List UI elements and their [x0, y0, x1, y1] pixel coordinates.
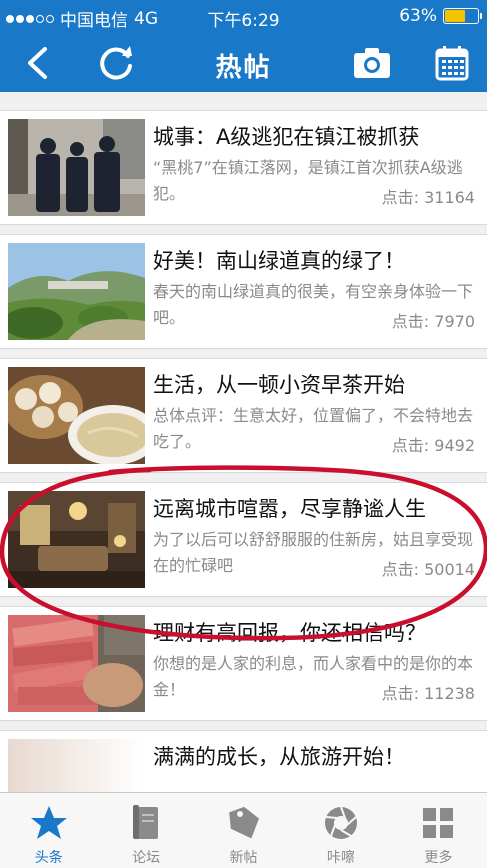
post-click-count: 点击: 11238 [377, 680, 475, 704]
book-icon [126, 803, 166, 843]
post-title: 好美！南山绿道真的绿了！ [153, 249, 405, 273]
post-title: 生活，从一顿小资早茶开始 [153, 373, 405, 397]
grid-icon [418, 803, 458, 843]
post-thumbnail [8, 615, 145, 712]
status-right: 63% [399, 6, 482, 26]
list-item[interactable]: 好美！南山绿道真的绿了！ 春天的南山绿道真的很美，有空亲身体验一下吧。 点击: … [0, 235, 487, 349]
tab-bar: 头条 论坛 新帖 咔嚓 更多 [0, 792, 487, 868]
list-gap [0, 349, 487, 359]
tab-label: 更多 [424, 850, 453, 866]
battery-fill [445, 10, 465, 22]
tab-more[interactable]: 更多 [390, 793, 487, 868]
post-title: 理财有高回报，你还相信吗？ [153, 621, 426, 645]
tab-label: 论坛 [132, 850, 161, 866]
list-gap [0, 225, 487, 235]
post-thumbnail [8, 243, 145, 340]
list-gap [0, 721, 487, 731]
tab-label: 咔嚓 [326, 850, 355, 866]
post-click-count: 点击: 31164 [377, 184, 475, 208]
list-item[interactable]: 城事：A级逃犯在镇江被抓获 “黑桃7”在镇江落网，是镇江首次抓获A级逃犯。 点击… [0, 111, 487, 225]
tab-snap[interactable]: 咔嚓 [292, 793, 389, 868]
calendar-icon [435, 46, 469, 81]
star-icon [29, 803, 69, 843]
tab-label: 头条 [34, 850, 63, 866]
battery-icon [443, 8, 482, 24]
tab-label: 新帖 [229, 850, 258, 866]
calendar-button[interactable] [430, 43, 474, 83]
camera-icon [354, 48, 390, 78]
list-item[interactable]: 远离城市喧嚣，尽享静谧人生 为了以后可以舒舒服服的住新房，姑且享受现在的忙碌吧 … [0, 483, 487, 597]
battery-percent: 63% [399, 6, 437, 26]
post-thumbnail [8, 739, 145, 792]
list-gap [0, 92, 487, 111]
tab-headlines[interactable]: 头条 [0, 793, 97, 868]
post-click-count: 点击: 9492 [387, 432, 475, 456]
post-click-count: 点击: 50014 [377, 556, 475, 580]
tag-icon [224, 803, 264, 843]
post-click-count: 点击: 7970 [387, 308, 475, 332]
list-item[interactable]: 理财有高回报，你还相信吗？ 你想的是人家的利息，而人家看中的是你的本金！ 点击:… [0, 607, 487, 721]
list-gap [0, 473, 487, 483]
list-gap [0, 597, 487, 607]
aperture-icon [321, 803, 361, 843]
post-title: 城事：A级逃犯在镇江被抓获 [153, 125, 420, 149]
status-bar: 中国电信 4G 下午6:29 63% [0, 0, 487, 34]
tab-forum[interactable]: 论坛 [97, 793, 194, 868]
post-list[interactable]: 城事：A级逃犯在镇江被抓获 “黑桃7”在镇江落网，是镇江首次抓获A级逃犯。 点击… [0, 92, 487, 792]
nav-bar: 热帖 [0, 34, 487, 92]
post-thumbnail [8, 119, 145, 216]
post-title: 远离城市喧嚣，尽享静谧人生 [153, 497, 426, 521]
post-thumbnail [8, 367, 145, 464]
post-thumbnail [8, 491, 145, 588]
post-title: 满满的成长，从旅游开始！ [153, 745, 405, 769]
list-item[interactable]: 生活，从一顿小资早茶开始 总体点评：生意太好，位置偏了，不会特地去吃了。 点击:… [0, 359, 487, 473]
camera-button[interactable] [350, 43, 394, 83]
list-item[interactable]: 满满的成长，从旅游开始！ [0, 731, 487, 792]
tab-new-posts[interactable]: 新帖 [195, 793, 292, 868]
page-title: 热帖 [215, 53, 272, 83]
